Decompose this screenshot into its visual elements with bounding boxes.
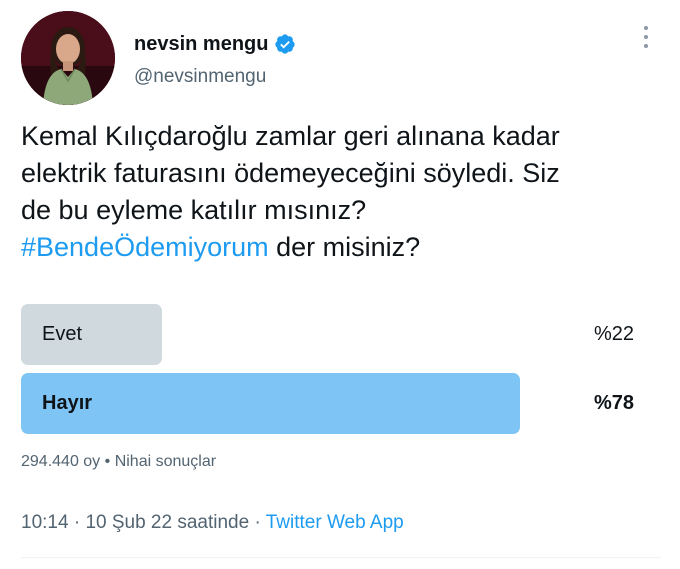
tweet-time[interactable]: 10:14 [21, 512, 69, 533]
tweet-text-line: #BendeÖdemiyorum der misiniz? [21, 229, 661, 266]
poll-bar-hayir [21, 373, 520, 434]
poll-option-percent: %78 [593, 392, 634, 414]
user-info: nevsin mengu @nevsinmengu [134, 30, 296, 88]
hashtag-link[interactable]: #BendeÖdemiyorum [21, 232, 269, 262]
verified-badge-icon [274, 33, 296, 55]
tweet-text-tail: der misiniz? [268, 232, 421, 262]
tweet-text-line: elektrik faturasını ödemeyeceğini söyled… [21, 158, 560, 188]
poll-option-percent: %22 [593, 323, 634, 345]
poll-status: Nihai sonuçlar [114, 453, 217, 470]
more-options-icon[interactable] [637, 26, 655, 54]
divider [21, 557, 661, 558]
tweet-timestamp: 10:14 · 10 Şub 22 saatinde · Twitter Web… [21, 512, 404, 534]
separator-dot: • [100, 453, 115, 470]
separator-dot: · [68, 512, 86, 533]
tweet-text: Kemal Kılıçdaroğlu zamlar geri alınana k… [21, 118, 661, 266]
display-name[interactable]: nevsin mengu [134, 33, 268, 56]
poll-option-label: Evet [42, 323, 83, 345]
separator-dot: · [249, 512, 266, 533]
poll-option-label: Hayır [42, 392, 93, 414]
tweet-date[interactable]: 10 Şub 22 saatinde [85, 512, 249, 533]
tweet-card: nevsin mengu @nevsinmengu Kemal Kılıçdar… [0, 0, 680, 569]
tweet-text-line: de bu eyleme katılır mısınız? [21, 195, 367, 225]
source-app-link[interactable]: Twitter Web App [266, 512, 404, 533]
avatar-image [21, 11, 115, 105]
poll-votes: 294.440 oy [21, 453, 101, 470]
poll-summary: 294.440 oy • Nihai sonuçlar [21, 453, 216, 471]
avatar[interactable] [21, 11, 115, 105]
tweet-text-line: Kemal Kılıçdaroğlu zamlar geri alınana k… [21, 121, 560, 151]
user-handle[interactable]: @nevsinmengu [134, 66, 296, 88]
